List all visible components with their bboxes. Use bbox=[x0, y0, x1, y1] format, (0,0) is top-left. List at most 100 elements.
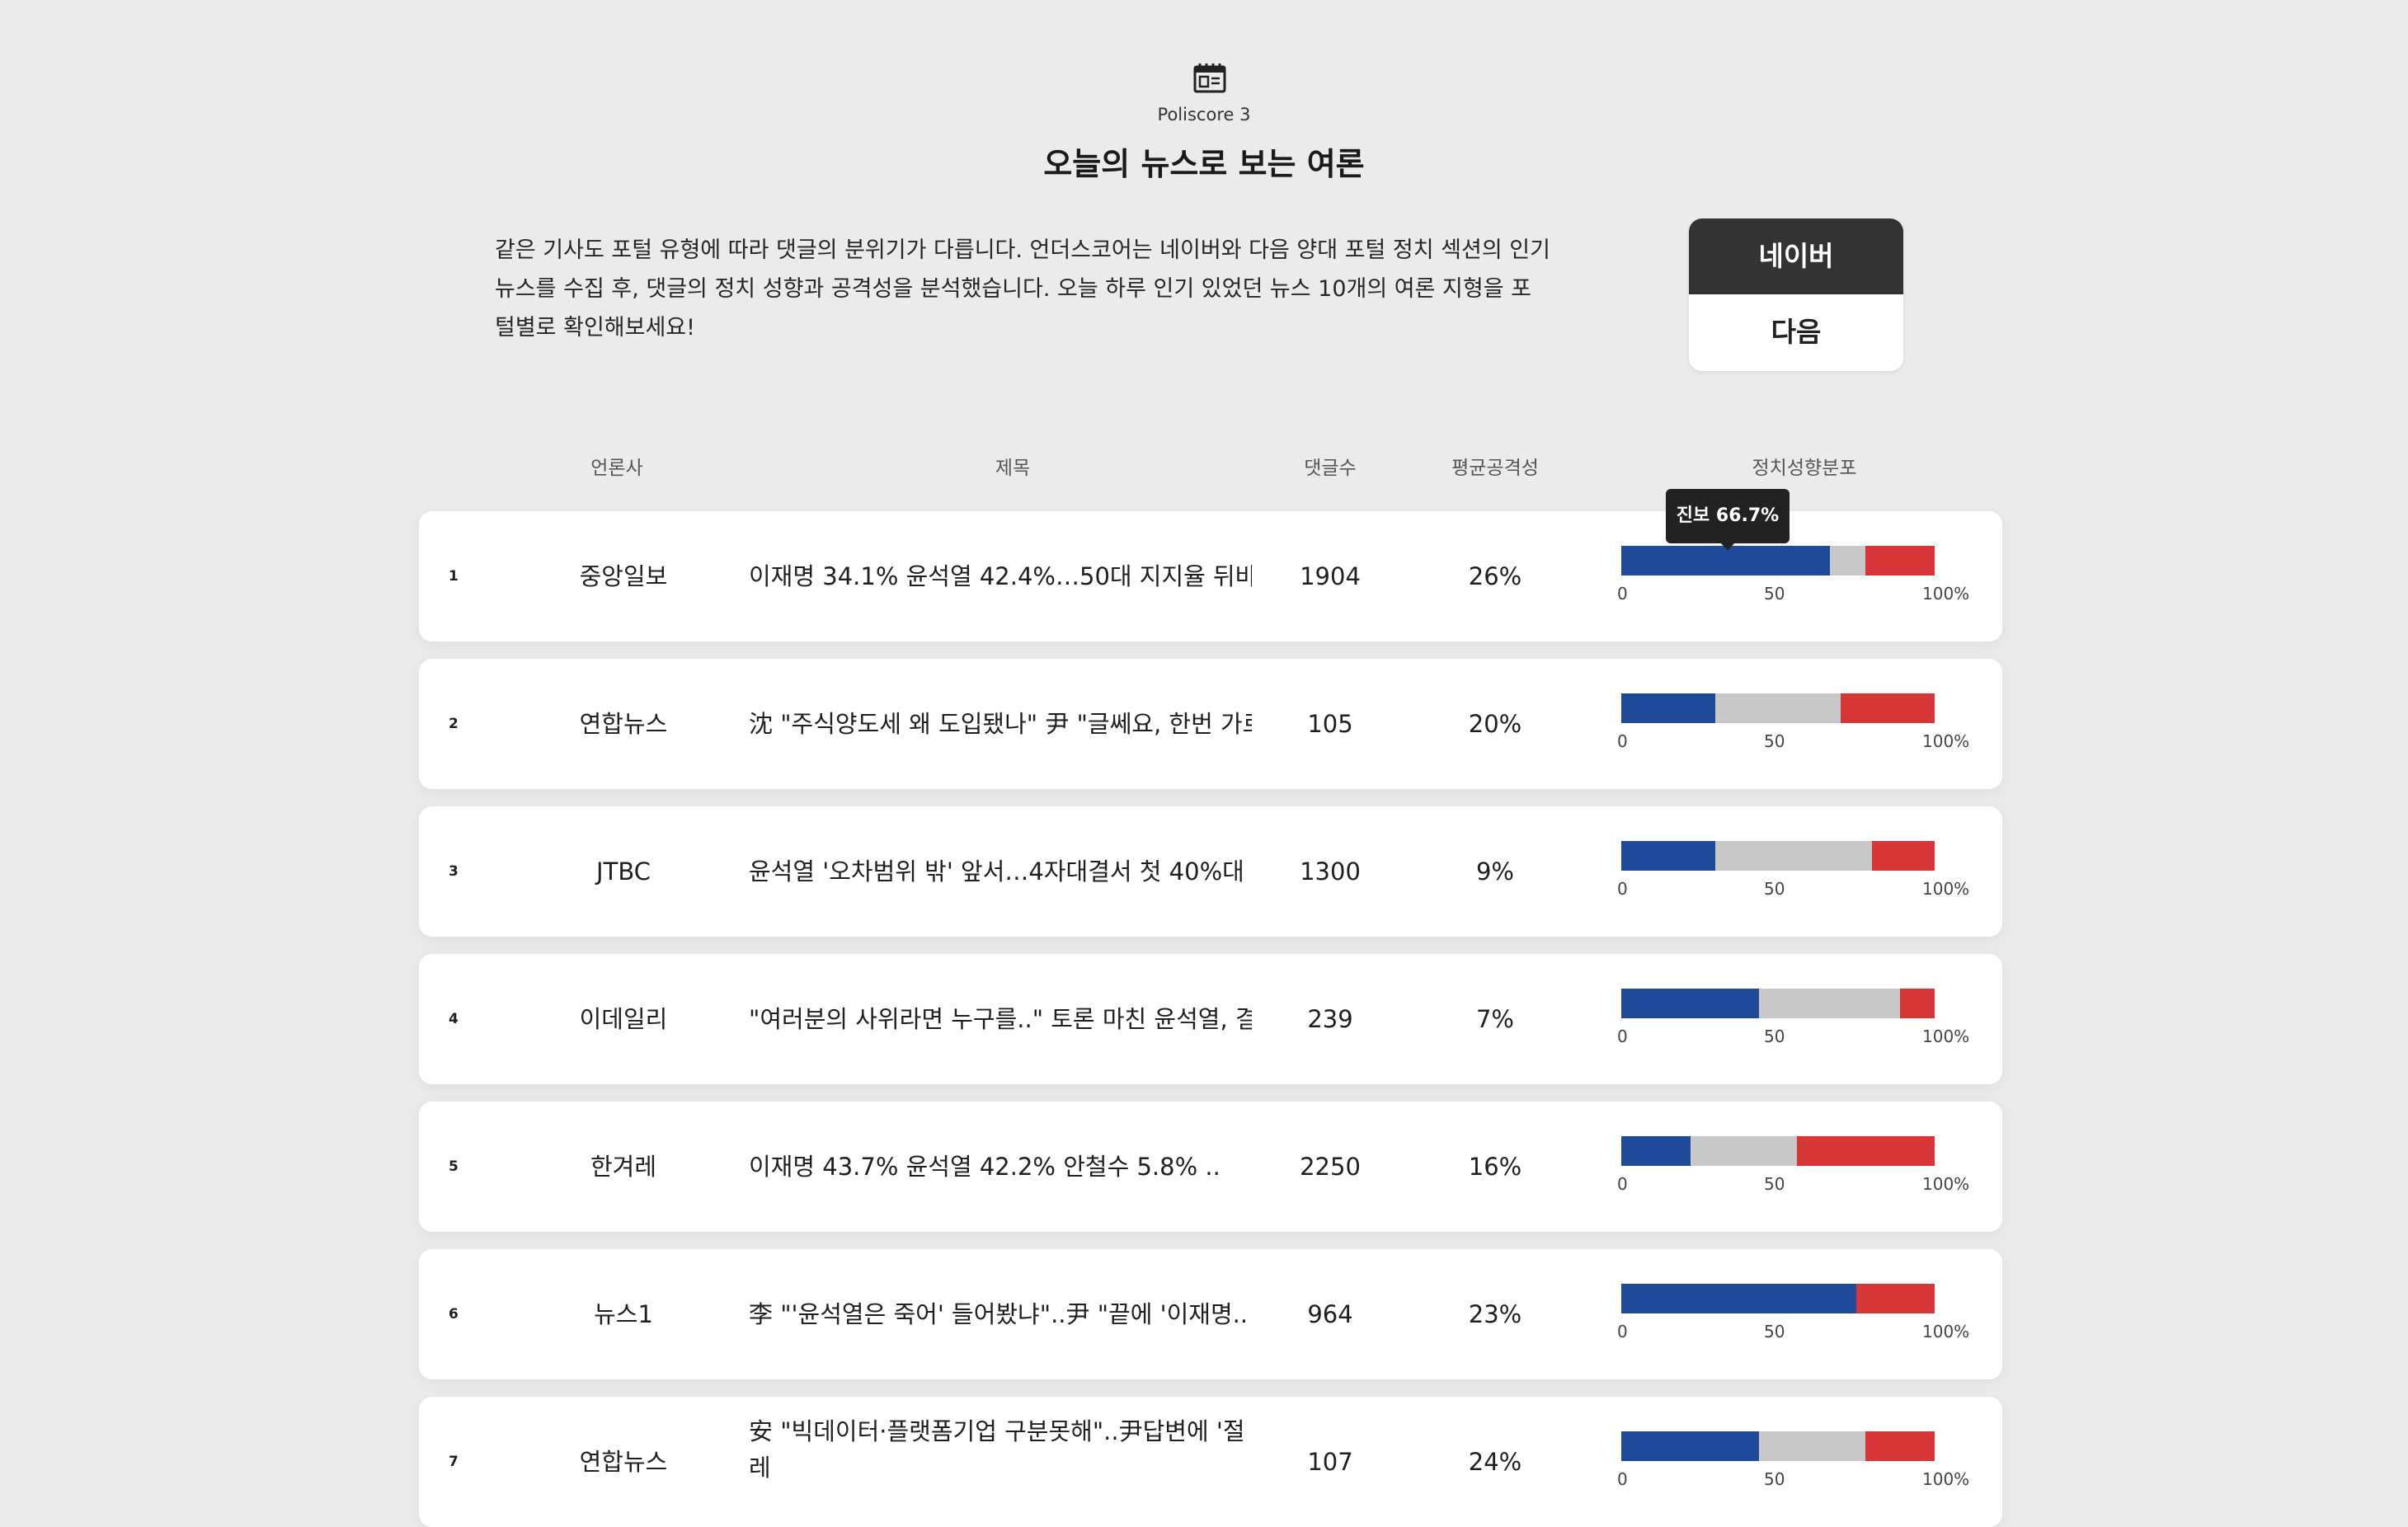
axis-tick-100: 100% bbox=[1922, 879, 1970, 899]
distribution-bar[interactable] bbox=[1621, 841, 1935, 871]
axis-tick-100: 100% bbox=[1922, 1174, 1970, 1194]
neutral-segment[interactable] bbox=[1830, 546, 1866, 576]
axis-tick-100: 100% bbox=[1922, 731, 1970, 751]
rank-number: 2 bbox=[449, 716, 459, 732]
conservative-segment[interactable] bbox=[1856, 1284, 1935, 1313]
conservative-segment[interactable] bbox=[1841, 693, 1935, 723]
conservative-segment[interactable] bbox=[1865, 1431, 1935, 1461]
comment-count: 107 bbox=[1307, 1448, 1353, 1476]
outlet-name: 이데일리 bbox=[579, 1005, 668, 1033]
political-distribution[interactable]: 0 50 100% bbox=[1617, 841, 2001, 915]
portal-naver-button[interactable]: 네이버 bbox=[1689, 218, 1903, 294]
average-aggression: 20% bbox=[1468, 710, 1522, 738]
axis-tick-0: 0 bbox=[1617, 879, 1628, 899]
table-row[interactable]: 5 한겨레 이재명 43.7% 윤석열 42.2% 안철수 5.8% .. 2250 1… bbox=[419, 1102, 2002, 1232]
intro-text: 같은 기사도 포털 유형에 따라 댓글의 분위기가 다릅니다. 언더스코어는 네… bbox=[495, 237, 1550, 341]
comment-count: 964 bbox=[1307, 1300, 1353, 1328]
conservative-segment[interactable] bbox=[1872, 841, 1935, 871]
column-header-distribution: 정치성향분포 bbox=[1752, 458, 1857, 479]
table-row[interactable]: 7 연합뉴스 安 "빅데이터·플랫폼기업 구분못해"..尹답변에 '절레 107 24%… bbox=[419, 1397, 2002, 1527]
rank-number: 5 bbox=[449, 1158, 459, 1175]
axis-tick-0: 0 bbox=[1617, 1174, 1628, 1194]
axis-tick-0: 0 bbox=[1617, 584, 1628, 604]
average-aggression: 24% bbox=[1468, 1448, 1522, 1476]
distribution-bar[interactable] bbox=[1621, 1284, 1935, 1313]
article-title[interactable]: "여러분의 사위라면 누구를.." 토론 마친 윤석열, 결.. bbox=[749, 954, 1252, 1084]
axis-tick-50: 50 bbox=[1764, 1027, 1785, 1046]
axis-tick-50: 50 bbox=[1764, 584, 1785, 604]
outlet-name: 중앙일보 bbox=[579, 562, 668, 590]
axis-tick-50: 50 bbox=[1764, 731, 1785, 751]
axis-tick-100: 100% bbox=[1922, 584, 1970, 604]
axis-tick-100: 100% bbox=[1922, 1322, 1970, 1341]
comment-count: 105 bbox=[1307, 710, 1353, 738]
distribution-bar[interactable] bbox=[1621, 1136, 1935, 1166]
progressive-segment[interactable] bbox=[1621, 1284, 1856, 1313]
distribution-tooltip: 진보 66.7% bbox=[1666, 489, 1790, 543]
axis-tick-0: 0 bbox=[1617, 1027, 1628, 1046]
table-row[interactable]: 6 뉴스1 李 "'윤석열은 죽어' 들어봤냐"..尹 "끝에 '이재명.. 964 2… bbox=[419, 1249, 2002, 1379]
comment-count: 2250 bbox=[1300, 1153, 1361, 1181]
political-distribution[interactable]: 0 50 100% bbox=[1617, 546, 2001, 620]
article-title[interactable]: 이재명 34.1% 윤석열 42.4%…50대 지지율 뒤바.. bbox=[749, 511, 1252, 641]
column-header-title: 제목 bbox=[995, 458, 1031, 479]
outlet-name: 한겨레 bbox=[590, 1153, 657, 1181]
axis-tick-0: 0 bbox=[1617, 1322, 1628, 1341]
rank-number: 1 bbox=[449, 568, 459, 585]
axis-tick-50: 50 bbox=[1764, 1174, 1785, 1194]
political-distribution[interactable]: 0 50 100% bbox=[1617, 989, 2001, 1063]
average-aggression: 26% bbox=[1468, 562, 1522, 590]
table-row[interactable]: 2 연합뉴스 沈 "주식양도세 왜 도입됐나" 尹 "글쎄요, 한번 가르.. 105… bbox=[419, 659, 2002, 789]
newspaper-icon bbox=[1193, 63, 1226, 93]
neutral-segment[interactable] bbox=[1759, 1431, 1866, 1461]
average-aggression: 9% bbox=[1475, 857, 1514, 886]
column-header-outlet: 언론사 bbox=[590, 458, 643, 479]
distribution-bar[interactable] bbox=[1621, 989, 1935, 1018]
neutral-segment[interactable] bbox=[1715, 841, 1872, 871]
distribution-bar[interactable] bbox=[1621, 693, 1935, 723]
outlet-name: 뉴스1 bbox=[594, 1300, 653, 1328]
portal-daum-button[interactable]: 다음 bbox=[1689, 294, 1903, 371]
rank-number: 3 bbox=[449, 863, 459, 880]
comment-count: 1904 bbox=[1300, 562, 1361, 590]
axis-tick-50: 50 bbox=[1764, 879, 1785, 899]
political-distribution[interactable]: 0 50 100% bbox=[1617, 693, 2001, 768]
outlet-name: 연합뉴스 bbox=[579, 710, 668, 738]
article-title[interactable]: 이재명 43.7% 윤석열 42.2% 안철수 5.8% .. bbox=[749, 1102, 1252, 1232]
rank-number: 6 bbox=[449, 1306, 459, 1323]
progressive-segment[interactable] bbox=[1621, 841, 1715, 871]
progressive-segment[interactable] bbox=[1621, 1431, 1760, 1461]
political-distribution[interactable]: 0 50 100% bbox=[1617, 1284, 2001, 1358]
conservative-segment[interactable] bbox=[1900, 989, 1935, 1018]
progressive-segment[interactable] bbox=[1621, 693, 1715, 723]
comment-count: 1300 bbox=[1300, 857, 1361, 886]
progressive-segment[interactable] bbox=[1621, 1136, 1691, 1166]
political-distribution[interactable]: 0 50 100% bbox=[1617, 1136, 2001, 1210]
page-title: 오늘의 뉴스로 보는 여론 bbox=[1043, 146, 1365, 182]
article-title[interactable]: 李 "'윤석열은 죽어' 들어봤냐"..尹 "끝에 '이재명.. bbox=[749, 1249, 1252, 1379]
neutral-segment[interactable] bbox=[1759, 989, 1901, 1018]
distribution-bar[interactable] bbox=[1621, 546, 1935, 576]
article-title[interactable]: 安 "빅데이터·플랫폼기업 구분못해"..尹답변에 '절레 bbox=[749, 1413, 1252, 1512]
conservative-segment[interactable] bbox=[1796, 1136, 1935, 1166]
table-row[interactable]: 3 JTBC 윤석열 '오차범위 밖' 앞서…4자대결서 첫 40%대 1300 9% 0… bbox=[419, 806, 2002, 937]
column-header-aggression: 평균공격성 bbox=[1451, 458, 1539, 479]
rank-number: 4 bbox=[449, 1011, 459, 1027]
axis-tick-100: 100% bbox=[1922, 1027, 1970, 1046]
tooltip-arrow bbox=[1720, 543, 1735, 551]
average-aggression: 23% bbox=[1468, 1300, 1522, 1328]
article-title[interactable]: 윤석열 '오차범위 밖' 앞서…4자대결서 첫 40%대 bbox=[749, 806, 1252, 937]
neutral-segment[interactable] bbox=[1715, 693, 1841, 723]
conservative-segment[interactable] bbox=[1865, 546, 1935, 576]
average-aggression: 16% bbox=[1468, 1153, 1522, 1181]
axis-tick-100: 100% bbox=[1922, 1469, 1970, 1489]
progressive-segment[interactable] bbox=[1621, 989, 1760, 1018]
neutral-segment[interactable] bbox=[1690, 1136, 1797, 1166]
rank-number: 7 bbox=[449, 1454, 459, 1470]
political-distribution[interactable]: 0 50 100% bbox=[1617, 1431, 2001, 1506]
brand-name: Poliscore 3 bbox=[1157, 105, 1251, 125]
article-title[interactable]: 沈 "주식양도세 왜 도입됐나" 尹 "글쎄요, 한번 가르.. bbox=[749, 659, 1252, 789]
axis-tick-0: 0 bbox=[1617, 1469, 1628, 1489]
distribution-bar[interactable] bbox=[1621, 1431, 1935, 1461]
table-row[interactable]: 4 이데일리 "여러분의 사위라면 누구를.." 토론 마친 윤석열, 결.. 239… bbox=[419, 954, 2002, 1084]
